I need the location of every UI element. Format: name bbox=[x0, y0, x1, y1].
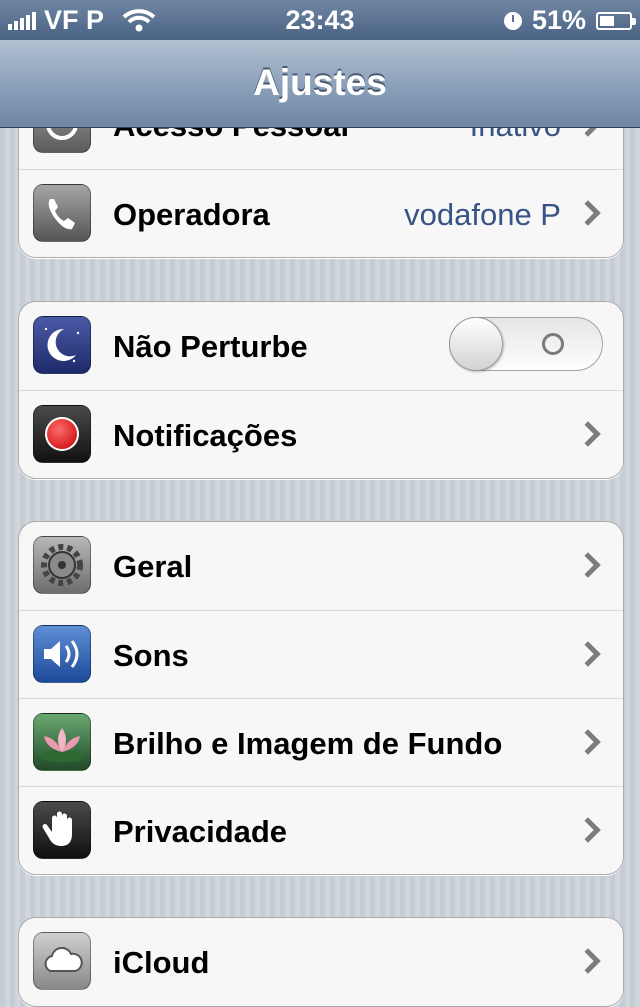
page-title: Ajustes bbox=[253, 62, 387, 103]
chevron-right-icon bbox=[575, 552, 601, 578]
settings-row-wallpaper[interactable]: Brilho e Imagem de Fundo bbox=[19, 698, 623, 786]
do-not-disturb-toggle[interactable] bbox=[449, 317, 603, 371]
settings-row-label: iCloud bbox=[113, 945, 210, 980]
chevron-right-icon bbox=[575, 729, 601, 755]
notifications-icon bbox=[33, 405, 91, 463]
toggle-off-indicator bbox=[542, 333, 564, 355]
settings-row-privacy[interactable]: Privacidade bbox=[19, 786, 623, 874]
wallpaper-icon bbox=[33, 713, 91, 771]
toggle-knob[interactable] bbox=[449, 317, 503, 371]
settings-group-icloud: iCloud bbox=[18, 917, 624, 1007]
chevron-right-icon bbox=[575, 421, 601, 447]
settings-row-carrier[interactable]: Operadora vodafone P bbox=[19, 169, 623, 257]
settings-row-label: Sons bbox=[113, 638, 189, 673]
settings-row-do-not-disturb: Não Perturbe bbox=[19, 302, 623, 390]
settings-row-general[interactable]: Geral bbox=[19, 522, 623, 610]
settings-row-notifications[interactable]: Notificações bbox=[19, 390, 623, 478]
chevron-right-icon bbox=[575, 948, 601, 974]
settings-row-icloud[interactable]: iCloud bbox=[19, 918, 623, 1006]
phone-icon bbox=[33, 184, 91, 242]
settings-row-label: Geral bbox=[113, 549, 193, 584]
settings-group-notifications: Não Perturbe Notificações bbox=[18, 301, 624, 479]
settings-row-label: Privacidade bbox=[113, 814, 288, 849]
chevron-right-icon bbox=[575, 817, 601, 843]
gear-icon bbox=[33, 536, 91, 594]
icloud-icon bbox=[33, 932, 91, 990]
settings-row-label: Operadora bbox=[113, 197, 270, 232]
status-bar: VF P 23:43 51% bbox=[0, 0, 640, 40]
speaker-icon bbox=[33, 625, 91, 683]
chevron-right-icon bbox=[575, 200, 601, 226]
settings-row-label: Não Perturbe bbox=[113, 329, 308, 364]
navigation-bar: Ajustes bbox=[0, 40, 640, 128]
settings-row-label: Brilho e Imagem de Fundo bbox=[113, 726, 503, 761]
battery-percent: 51% bbox=[531, 5, 586, 35]
alarm-clock-icon bbox=[503, 11, 522, 30]
battery-icon bbox=[596, 11, 636, 30]
hand-icon bbox=[33, 801, 91, 859]
settings-row-label: Notificações bbox=[113, 418, 298, 453]
settings-row-value: vodafone P bbox=[404, 197, 561, 232]
settings-group-general: Geral Sons Brilho e Imagem de Fundo Priv… bbox=[18, 521, 624, 875]
chevron-right-icon bbox=[575, 641, 601, 667]
moon-icon bbox=[33, 316, 91, 374]
settings-row-sounds[interactable]: Sons bbox=[19, 610, 623, 698]
